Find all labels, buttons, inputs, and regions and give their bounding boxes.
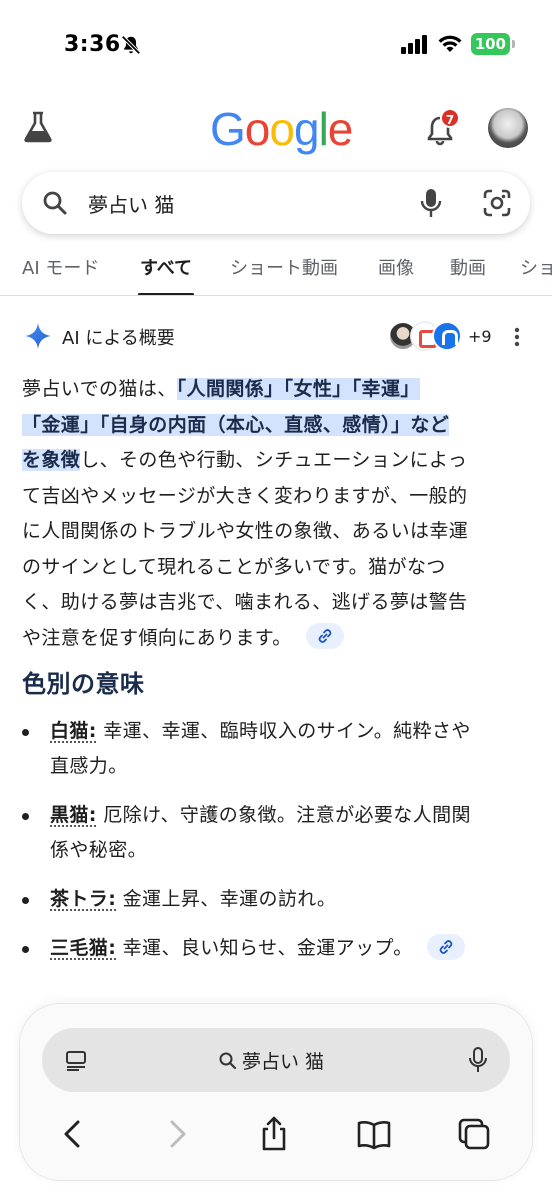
list-item-term[interactable]: 三毛猫: [50, 937, 116, 959]
source-link-icon[interactable] [305, 623, 344, 649]
battery-indicator: 100 [470, 33, 516, 55]
search-icon [43, 191, 67, 215]
status-indicators: 100 [400, 33, 516, 55]
notification-badge: 7 [440, 108, 460, 128]
signal-icon [400, 35, 427, 54]
address-search-icon [219, 1052, 237, 1069]
overview-text: く、助ける夢は吉兆で、噛まれる、逃げる夢は警告 [22, 591, 468, 613]
list-item: 白猫: 幸運、幸運、臨時収入のサイン。純粋さや直感力。 [22, 714, 532, 784]
status-time: 3:36 [64, 32, 121, 57]
status-bar: 3:36 100 [0, 0, 552, 92]
list-item-term[interactable]: 白猫: [50, 720, 97, 742]
list-item-text: 幸運、幸運、臨時収入のサイン。純粋さや [96, 720, 471, 742]
tab-ai-mode[interactable]: AI モード [22, 254, 99, 290]
list-item-text: 幸運、良い知らせ、金運アップ。 [116, 937, 413, 959]
more-sources-count[interactable]: +9 [468, 327, 492, 346]
back-icon[interactable] [56, 1116, 92, 1152]
tabs-overview-icon[interactable] [456, 1116, 492, 1152]
overview-line: 「金運」「自身の内面（本心、直感、感情）」など [22, 408, 532, 444]
address-text-group: 夢占い 猫 [218, 1047, 324, 1074]
list-item-text: 金運上昇、幸運の訪れ。 [116, 888, 337, 910]
ai-sparkle-icon [25, 323, 51, 349]
overview-line: を象徴し、その色や行動、シチュエーションによっ [22, 443, 532, 479]
google-header: Google 7 [0, 100, 552, 156]
logo-letter: G [210, 103, 246, 155]
labs-flask-icon[interactable] [22, 110, 54, 144]
page-menu-icon[interactable] [64, 1048, 88, 1072]
highlighted-text: を象徴 [22, 449, 81, 471]
logo-letter: o [244, 103, 271, 155]
address-bar[interactable]: 夢占い 猫 [42, 1028, 510, 1092]
wifi-icon [438, 35, 462, 52]
overview-text: 夢占いでの猫は、 [22, 378, 177, 400]
overview-text: し、その色や行動、シチュエーションによっ [80, 449, 468, 471]
logo-letter: o [269, 103, 295, 155]
ai-overview-header: AI による概要 +9 [0, 318, 552, 358]
overview-line: や注意を促す傾向にあります。 [22, 621, 532, 657]
overview-line: く、助ける夢は吉兆で、噛まれる、逃げる夢は警告 [22, 585, 532, 621]
list-item-term[interactable]: 茶トラ: [50, 888, 116, 910]
color-meaning-list: 白猫: 幸運、幸運、臨時収入のサイン。純粋さや直感力。黒猫: 厄除け、守護の象徴… [22, 714, 532, 980]
search-query[interactable]: 夢占い 猫 [88, 189, 174, 218]
logo-letter: e [327, 103, 354, 155]
tab-all[interactable]: すべて [137, 254, 195, 295]
logo-letter: l [318, 103, 329, 155]
list-item: 茶トラ: 金運上昇、幸運の訪れ。 [22, 882, 532, 917]
list-item-text: 係や秘密。 [50, 839, 148, 861]
highlighted-text: 「人間関係」「女性」「幸運」 [176, 378, 420, 400]
overview-text: のサインとして現れることが多いです。猫がなつ [22, 555, 446, 578]
source-avatar[interactable] [432, 321, 462, 351]
search-tabs: AI モード すべて ショート動画 画像 動画 ショ [0, 248, 552, 296]
address-text: 夢占い 猫 [242, 1051, 325, 1073]
browser-toolbar: 夢占い 猫 [20, 1004, 532, 1180]
overview-line: に人間関係のトラブルや女性の象徴、あるいは幸運 [22, 514, 532, 550]
source-link-icon[interactable] [426, 933, 465, 960]
tab-images[interactable]: 画像 [378, 254, 414, 290]
address-mic-icon[interactable] [468, 1046, 488, 1074]
overview-line: 夢占いでの猫は、「人間関係」「女性」「幸運」 [22, 372, 532, 408]
google-lens-icon[interactable] [482, 188, 512, 218]
silent-bell-icon [121, 35, 141, 55]
section-heading: 色別の意味 [22, 670, 145, 698]
share-icon[interactable] [256, 1116, 292, 1152]
more-options-icon[interactable] [510, 326, 524, 348]
highlighted-text: 「金運」「自身の内面（本心、直感、感情）」など [22, 413, 450, 436]
tab-videos[interactable]: 動画 [450, 254, 486, 290]
list-item: 黒猫: 厄除け、守護の象徴。注意が必要な人間関係や秘密。 [22, 798, 532, 868]
list-item-term[interactable]: 黒猫: [50, 804, 97, 826]
overview-line: て吉凶やメッセージが大きく変わりますが、一般的 [22, 479, 532, 515]
forward-icon[interactable] [158, 1116, 194, 1152]
voice-search-mic-icon[interactable] [420, 187, 442, 219]
list-item: 三毛猫: 幸運、良い知らせ、金運アップ。 [22, 931, 532, 966]
ai-overview-title: AI による概要 [62, 328, 175, 349]
list-item-text: 直感力。 [50, 755, 128, 777]
logo-letter: g [293, 103, 320, 155]
overview-text: に人間関係のトラブルや女性の象徴、あるいは幸運 [22, 520, 469, 542]
overview-text: や注意を促す傾向にあります。 [22, 626, 292, 649]
tab-short-videos[interactable]: ショート動画 [230, 254, 338, 290]
overview-text: て吉凶やメッセージが大きく変わりますが、一般的 [22, 484, 468, 507]
search-box[interactable]: 夢占い 猫 [22, 172, 530, 234]
browser-nav-row [20, 1110, 532, 1160]
google-logo[interactable]: Google [210, 102, 354, 156]
list-item-text: 厄除け、守護の象徴。注意が必要な人間関 [96, 804, 471, 826]
bookmarks-icon[interactable] [356, 1116, 392, 1152]
account-avatar[interactable] [488, 108, 528, 148]
ai-overview-body: 夢占いでの猫は、「人間関係」「女性」「幸運」「金運」「自身の内面（本心、直感、感… [22, 372, 532, 656]
source-avatars[interactable]: +9 [388, 320, 492, 352]
tab-more-truncated[interactable]: ショ [520, 254, 552, 290]
overview-line: のサインとして現れることが多いです。猫がなつ [22, 550, 532, 586]
